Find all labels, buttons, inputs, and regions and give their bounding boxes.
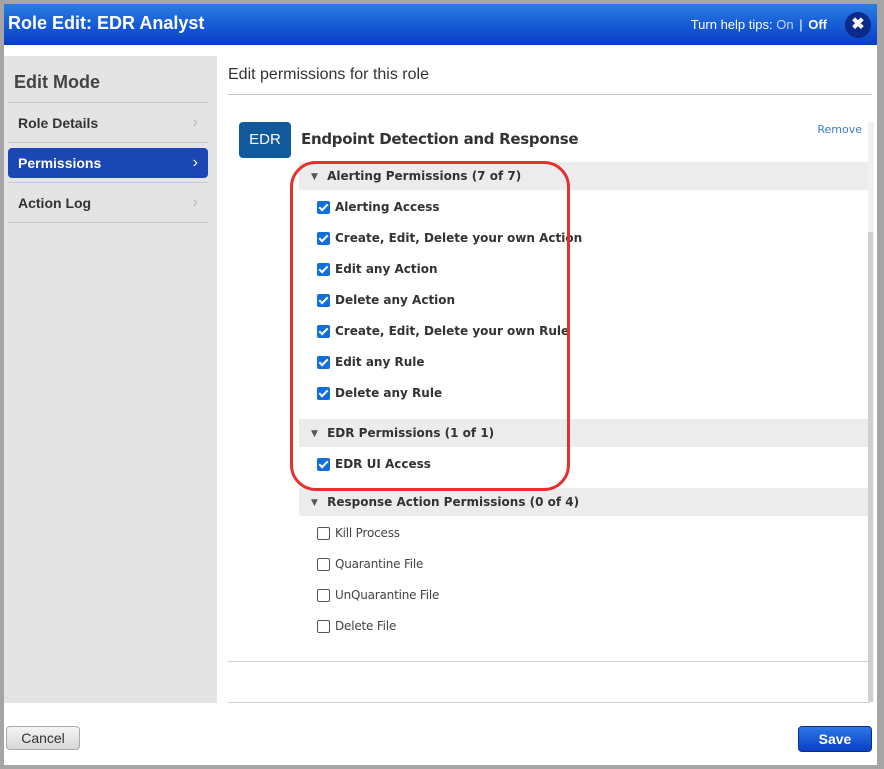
remove-module-link[interactable]: Remove: [817, 123, 862, 136]
permission-checkbox[interactable]: Delete File: [317, 616, 396, 636]
permission-checkbox[interactable]: Create, Edit, Delete your own Rule: [317, 321, 569, 341]
chevron-right-icon: ›: [192, 194, 198, 211]
scrollbar-thumb[interactable]: [868, 232, 873, 702]
chevron-right-icon: ›: [192, 114, 198, 131]
divider: [228, 94, 872, 95]
permission-checkbox[interactable]: Alerting Access: [317, 197, 440, 217]
divider: [8, 102, 208, 103]
sidebar-item-action-log[interactable]: Action Log ›: [8, 188, 208, 218]
permission-checkbox[interactable]: EDR UI Access: [317, 454, 431, 474]
permission-checkbox[interactable]: Kill Process: [317, 523, 400, 543]
permission-label: Edit any Action: [335, 262, 438, 276]
module-title: Endpoint Detection and Response: [301, 130, 579, 148]
save-button[interactable]: Save: [798, 726, 872, 752]
group-header-alerting[interactable]: ▼ Alerting Permissions (7 of 7): [299, 162, 869, 190]
permission-label: Quarantine File: [335, 557, 424, 571]
group-label: Response Action Permissions (0 of 4): [327, 495, 580, 509]
sidebar-title: Edit Mode: [14, 72, 100, 92]
close-icon: ✖: [851, 16, 865, 33]
help-tips-label: Turn help tips:: [690, 17, 773, 32]
group-label: EDR Permissions (1 of 1): [327, 426, 495, 440]
dialog-title: Role Edit: EDR Analyst: [8, 13, 205, 33]
permission-checkbox[interactable]: Edit any Action: [317, 259, 438, 279]
permission-checkbox[interactable]: Quarantine File: [317, 554, 423, 574]
checkbox-checked-icon[interactable]: [317, 386, 330, 400]
help-tips-toggle: Turn help tips: On | Off: [691, 17, 827, 32]
checkbox-checked-icon[interactable]: [317, 231, 330, 245]
group-header-response-action[interactable]: ▼ Response Action Permissions (0 of 4): [299, 488, 869, 516]
sidebar: Edit Mode Role Details › Permissions › A…: [4, 56, 217, 703]
checkbox-checked-icon[interactable]: [317, 355, 330, 369]
permission-checkbox[interactable]: UnQuarantine File: [317, 585, 439, 605]
help-tips-on-link[interactable]: On: [776, 17, 793, 32]
help-tips-off-link[interactable]: Off: [808, 17, 827, 32]
checkbox-checked-icon[interactable]: [317, 262, 330, 276]
permission-label: Delete any Rule: [335, 386, 443, 400]
permission-checkbox[interactable]: Delete any Rule: [317, 383, 442, 403]
collapse-triangle-icon: ▼: [311, 172, 318, 182]
checkbox-unchecked-icon[interactable]: [317, 557, 330, 571]
permission-label: EDR UI Access: [335, 457, 431, 471]
group-label: Alerting Permissions (7 of 7): [327, 169, 522, 183]
divider: [228, 661, 868, 662]
checkbox-unchecked-icon[interactable]: [317, 619, 330, 633]
sidebar-item-label: Role Details: [18, 115, 99, 131]
page-heading: Edit permissions for this role: [228, 66, 429, 83]
permission-label: Create, Edit, Delete your own Rule: [335, 324, 570, 338]
title-bar: Role Edit: EDR Analyst Turn help tips: O…: [4, 4, 877, 45]
role-edit-dialog: Role Edit: EDR Analyst Turn help tips: O…: [4, 4, 877, 765]
permission-label: Delete File: [335, 619, 397, 633]
sidebar-item-permissions[interactable]: Permissions ›: [8, 148, 208, 178]
checkbox-checked-icon[interactable]: [317, 293, 330, 307]
divider: [228, 702, 870, 703]
permission-checkbox[interactable]: Edit any Rule: [317, 352, 425, 372]
module-badge: EDR: [239, 122, 291, 158]
permission-checkbox[interactable]: Delete any Action: [317, 290, 455, 310]
collapse-triangle-icon: ▼: [311, 429, 318, 439]
permission-label: Create, Edit, Delete your own Action: [335, 231, 583, 245]
checkbox-checked-icon[interactable]: [317, 324, 330, 338]
sidebar-item-label: Action Log: [18, 195, 92, 211]
checkbox-unchecked-icon[interactable]: [317, 588, 330, 602]
cancel-button[interactable]: Cancel: [6, 726, 80, 750]
group-header-edr[interactable]: ▼ EDR Permissions (1 of 1): [299, 419, 869, 447]
permission-label: UnQuarantine File: [335, 588, 440, 602]
permission-label: Edit any Rule: [335, 355, 425, 369]
permission-label: Kill Process: [335, 526, 400, 540]
checkbox-unchecked-icon[interactable]: [317, 526, 330, 540]
sidebar-item-role-details[interactable]: Role Details ›: [8, 108, 208, 138]
collapse-triangle-icon: ▼: [311, 498, 318, 508]
divider: [8, 142, 208, 143]
chevron-right-icon: ›: [192, 154, 198, 171]
permission-label: Delete any Action: [335, 293, 456, 307]
checkbox-checked-icon[interactable]: [317, 457, 330, 471]
permission-label: Alerting Access: [335, 200, 440, 214]
sidebar-item-label: Permissions: [18, 155, 102, 171]
close-button[interactable]: ✖: [845, 12, 871, 38]
divider: [8, 182, 208, 183]
permission-checkbox[interactable]: Create, Edit, Delete your own Action: [317, 228, 582, 248]
divider: [8, 222, 208, 223]
checkbox-checked-icon[interactable]: [317, 200, 330, 214]
help-tips-separator: |: [799, 17, 803, 32]
